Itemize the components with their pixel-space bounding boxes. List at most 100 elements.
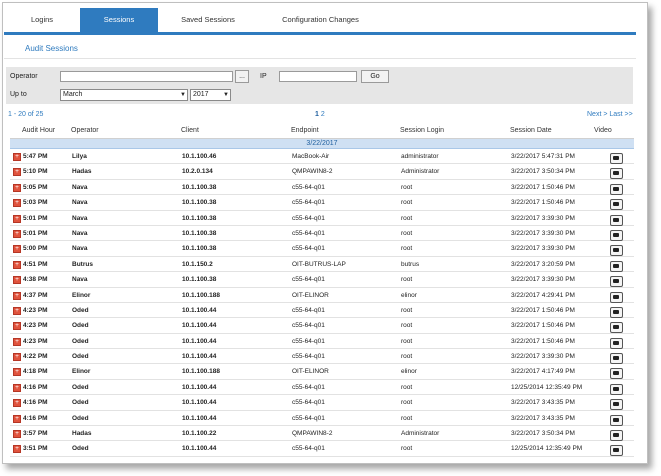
video-play-icon[interactable] bbox=[610, 260, 623, 272]
table-row[interactable]: +4:37 PM Elinor 10.1.100.188 OIT-ELINOR elin… bbox=[10, 288, 634, 303]
audit-hour-cell: 4:16 PM bbox=[23, 399, 48, 407]
table-row[interactable]: +5:03 PM Nava 10.1.100.38 c55-64-q01 root 3/2… bbox=[10, 195, 634, 211]
tab-logins[interactable]: Logins bbox=[4, 8, 80, 32]
table-row[interactable]: +5:00 PM Nava 10.1.100.38 c55-64-q01 root 3/2… bbox=[10, 241, 634, 257]
audit-hour-cell: 5:10 PM bbox=[23, 168, 48, 176]
go-button[interactable]: Go bbox=[361, 70, 389, 83]
table-row[interactable]: +3:51 PM Oded 10.1.100.44 c55-64-q01 root 12/… bbox=[10, 441, 634, 457]
tab-sessions[interactable]: Sessions bbox=[80, 8, 158, 32]
session-date-cell: 3/22/2017 3:43:35 PM bbox=[511, 414, 575, 422]
table-row[interactable]: +4:23 PM Oded 10.1.100.44 c55-64-q01 root 3/2… bbox=[10, 303, 634, 319]
expand-plus-icon[interactable]: + bbox=[13, 199, 21, 208]
video-play-icon[interactable] bbox=[610, 353, 623, 365]
video-play-icon[interactable] bbox=[610, 368, 623, 380]
table-row[interactable]: +5:10 PM Hadas 10.2.0.134 QMPAWIN8-2 Adminis… bbox=[10, 164, 634, 180]
video-play-icon[interactable] bbox=[610, 414, 623, 426]
audit-hour-cell: 4:16 PM bbox=[23, 414, 48, 422]
expand-plus-icon[interactable]: + bbox=[13, 445, 21, 454]
table-row[interactable]: +4:16 PM Oded 10.1.100.44 c55-64-q01 root 3/2… bbox=[10, 395, 634, 411]
expand-plus-icon[interactable]: + bbox=[13, 322, 21, 331]
expand-plus-icon[interactable]: + bbox=[13, 153, 21, 161]
month-select[interactable]: March ▼ bbox=[60, 89, 188, 101]
expand-plus-icon[interactable]: + bbox=[13, 353, 21, 362]
video-play-icon[interactable] bbox=[610, 445, 623, 457]
session-login-cell: butrus bbox=[401, 260, 420, 268]
table-row[interactable]: +4:23 PM Oded 10.1.100.44 c55-64-q01 root 3/2… bbox=[10, 334, 634, 350]
expand-plus-icon[interactable]: + bbox=[13, 276, 21, 285]
video-play-icon[interactable] bbox=[610, 322, 623, 334]
expand-plus-icon[interactable]: + bbox=[13, 291, 21, 300]
video-play-icon[interactable] bbox=[610, 399, 623, 411]
video-play-icon[interactable] bbox=[610, 291, 623, 303]
session-login-cell: elinor bbox=[401, 368, 417, 376]
tab-saved-sessions[interactable]: Saved Sessions bbox=[158, 8, 258, 32]
video-play-icon[interactable] bbox=[610, 276, 623, 288]
expand-plus-icon[interactable]: + bbox=[13, 260, 21, 269]
table-row[interactable]: +4:18 PM Elinor 10.1.100.188 OIT-ELINOR elin… bbox=[10, 364, 634, 380]
video-play-icon[interactable] bbox=[610, 430, 623, 442]
expand-plus-icon[interactable]: + bbox=[13, 306, 21, 315]
operator-browse-button[interactable]: ... bbox=[235, 70, 249, 83]
expand-plus-icon[interactable]: + bbox=[13, 183, 21, 192]
table-row[interactable]: +5:47 PM Lilya 10.1.100.46 MacBook-Air admin… bbox=[10, 149, 634, 165]
video-play-icon[interactable] bbox=[610, 199, 623, 211]
operator-cell: Elinor bbox=[72, 368, 91, 376]
column-header-session-date[interactable]: Session Date bbox=[510, 127, 552, 134]
table-row[interactable]: +4:16 PM Oded 10.1.100.44 c55-64-q01 root 12/… bbox=[10, 380, 634, 396]
client-cell: 10.1.100.46 bbox=[182, 153, 217, 160]
audit-hour-cell: 3:57 PM bbox=[23, 430, 48, 438]
session-login-cell: root bbox=[401, 306, 413, 314]
session-date-cell: 3/22/2017 4:17:49 PM bbox=[511, 368, 575, 376]
expand-plus-icon[interactable]: + bbox=[13, 383, 21, 392]
table-row[interactable]: +3:57 PM Hadas 10.1.100.22 QMPAWIN8-2 Admini… bbox=[10, 426, 634, 442]
session-login-cell: root bbox=[401, 383, 413, 391]
audit-hour-cell: 5:00 PM bbox=[23, 245, 48, 253]
expand-plus-icon[interactable]: + bbox=[13, 399, 21, 408]
expand-plus-icon[interactable]: + bbox=[13, 229, 21, 238]
video-play-icon[interactable] bbox=[610, 245, 623, 257]
video-play-icon[interactable] bbox=[610, 153, 623, 164]
expand-plus-icon[interactable]: + bbox=[13, 245, 21, 254]
table-row[interactable]: +4:23 PM Oded 10.1.100.44 c55-64-q01 root 3/2… bbox=[10, 318, 634, 334]
expand-plus-icon[interactable]: + bbox=[13, 168, 21, 177]
column-header-session-login[interactable]: Session Login bbox=[400, 127, 444, 134]
session-login-cell: Administrator bbox=[401, 430, 440, 438]
table-row[interactable]: +4:38 PM Nava 10.1.100.38 c55-64-q01 root 3/2… bbox=[10, 272, 634, 288]
endpoint-cell: c55-64-q01 bbox=[292, 399, 325, 407]
session-date-cell: 3/22/2017 3:20:59 PM bbox=[511, 260, 575, 268]
table-row[interactable]: +4:22 PM Oded 10.1.100.44 c55-64-q01 root 3/2… bbox=[10, 349, 634, 365]
video-play-icon[interactable] bbox=[610, 229, 623, 241]
column-header-operator[interactable]: Operator bbox=[71, 127, 99, 134]
operator-input[interactable] bbox=[60, 71, 233, 82]
column-header-endpoint[interactable]: Endpoint bbox=[291, 127, 319, 134]
table-row[interactable]: +5:05 PM Nava 10.1.100.38 c55-64-q01 root 3/2… bbox=[10, 180, 634, 196]
endpoint-cell: c55-64-q01 bbox=[292, 276, 325, 284]
ip-input[interactable] bbox=[279, 71, 357, 82]
client-cell: 10.1.100.38 bbox=[182, 245, 217, 253]
operator-cell: Butrus bbox=[72, 260, 93, 268]
client-cell: 10.1.100.38 bbox=[182, 199, 217, 207]
video-play-icon[interactable] bbox=[610, 183, 623, 195]
column-header-audit-hour[interactable]: Audit Hour bbox=[22, 127, 55, 134]
column-header-client[interactable]: Client bbox=[181, 127, 199, 134]
audit-hour-cell: 4:23 PM bbox=[23, 322, 48, 330]
table-row[interactable]: +5:01 PM Nava 10.1.100.38 c55-64-q01 root 3/2… bbox=[10, 226, 634, 242]
expand-plus-icon[interactable]: + bbox=[13, 430, 21, 439]
table-row[interactable]: +4:16 PM Oded 10.1.100.44 c55-64-q01 root 3/2… bbox=[10, 411, 634, 427]
video-play-icon[interactable] bbox=[610, 306, 623, 318]
video-play-icon[interactable] bbox=[610, 214, 623, 226]
table-row[interactable]: +5:01 PM Nava 10.1.100.38 c55-64-q01 root 3/2… bbox=[10, 211, 634, 226]
expand-plus-icon[interactable]: + bbox=[13, 368, 21, 377]
page-link-2[interactable]: 2 bbox=[321, 111, 325, 118]
expand-plus-icon[interactable]: + bbox=[13, 414, 21, 423]
tab-configuration-changes[interactable]: Configuration Changes bbox=[258, 8, 383, 32]
table-row[interactable]: +4:51 PM Butrus 10.1.150.2 OIT-BUTRUS-LAP bu… bbox=[10, 257, 634, 273]
year-select[interactable]: 2017 ▼ bbox=[190, 89, 231, 101]
video-play-icon[interactable] bbox=[610, 383, 623, 395]
video-play-icon[interactable] bbox=[610, 337, 623, 349]
video-play-icon[interactable] bbox=[610, 168, 623, 180]
expand-plus-icon[interactable]: + bbox=[13, 337, 21, 346]
next-last-link[interactable]: Next > Last >> bbox=[587, 111, 633, 118]
expand-plus-icon[interactable]: + bbox=[13, 214, 21, 223]
audit-hour-cell: 5:01 PM bbox=[23, 229, 48, 237]
